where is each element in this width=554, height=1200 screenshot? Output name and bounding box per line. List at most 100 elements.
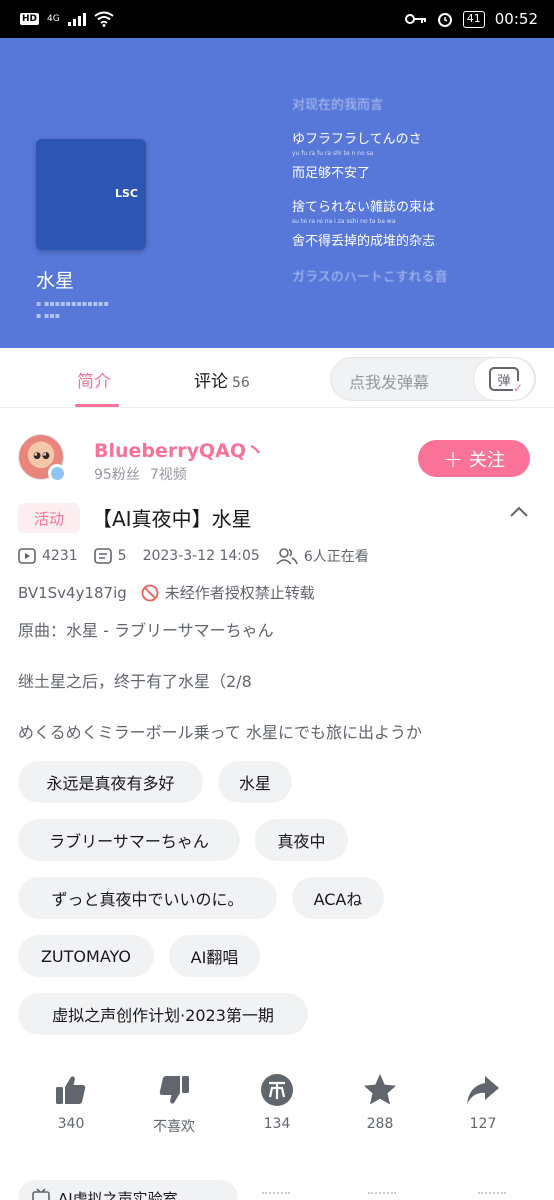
tag-chip[interactable]: ZUTOMAYO [18,935,154,977]
song-meta: ▪ ▪▪▪▪▪▪▪▪▪▪▪▪ ▪ ▪▪▪ [36,299,110,320]
tab-comments-label: 评论 [194,372,228,392]
lyric-text: 而足够不安了 [292,166,371,181]
tag-chip[interactable]: 真夜中 [255,819,348,861]
favorite-button[interactable]: 288 [340,1070,420,1132]
lyric-text: 捨てられない雑誌の束は [292,200,436,215]
clock: 00:52 [494,10,538,28]
star-icon [364,1074,396,1105]
lyric-romaji: su te ra re na i za sshi no ta ba wa [292,218,396,225]
tag-chip[interactable]: ACAね [292,877,384,919]
description-line: めくるめくミラーボール乗って 水星にでも旅に出ようか [18,723,422,742]
hd-voice-icon: HD [20,13,40,25]
prohibited-icon [141,584,159,601]
description-line: 继土星之后，终于有了水星（2/8 [18,672,252,691]
alarm-icon [437,13,452,27]
action-bar: 340 不喜欢 134 288 127 [0,1070,554,1150]
videos-count: 7视频 [149,467,187,483]
danmaku-icon: 弹 ✓ [489,367,523,395]
avatar-face: ◕◕ [33,451,51,461]
share-button[interactable]: 127 [443,1070,523,1132]
lyric-line: ゆフラフラしてんのさ yu fu ra fu ra shi te n no sa [292,130,532,158]
danmaku-icon-char: 弹 [497,373,511,389]
video-player[interactable]: LSC 水星 ▪ ▪▪▪▪▪▪▪▪▪▪▪▪ ▪ ▪▪▪ 对现在的我而言ゆフラフラし… [0,38,554,348]
lyric-line: 舍不得丢掉的成堆的杂志 [292,232,532,252]
comments-count: 56 [232,375,250,391]
tag-chip[interactable]: 虚拟之声创作计划·2023第一期 [18,993,308,1035]
watching-count: 6人正在看 [303,549,369,565]
tag-chip[interactable]: 水星 [218,761,292,803]
coin-count: 134 [263,1116,291,1132]
video-meta: 4231 5 2023-3-12 14:05 6人正在看 [18,546,385,566]
danmaku-toggle-button[interactable]: 弹 ✓ [473,357,535,401]
check-icon: ✓ [512,381,523,395]
tv-icon [32,1188,50,1200]
follow-button[interactable]: + 关注 [418,440,530,477]
album-logo: LSC [114,187,138,200]
lyric-line: 而足够不安了 [292,164,532,184]
danmaku-count-icon [93,548,112,564]
coin-button[interactable]: 134 [237,1070,317,1132]
dislike-label: 不喜欢 [153,1119,195,1135]
share-icon [467,1076,499,1104]
lyrics-panel: 对现在的我而言ゆフラフラしてんのさ yu fu ra fu ra shi te n… [292,96,532,288]
no-repost-notice: 未经作者授权禁止转载 [141,582,315,603]
like-button[interactable]: 340 [31,1070,111,1132]
uploader-stats: 95粉丝 7视频 [94,464,187,484]
danmaku-count: 5 [117,548,127,564]
dislike-button[interactable]: 不喜欢 [134,1070,214,1136]
coin-icon [261,1074,293,1106]
play-count: 4231 [42,548,78,564]
wifi-icon [94,11,114,27]
thumbs-up-icon [56,1076,86,1104]
tab-comments[interactable]: 评论 56 [194,367,250,392]
lyric-line: 捨てられない雑誌の束は su te ra re na i za sshi no t… [292,198,532,226]
like-count: 340 [57,1116,85,1132]
danmaku-input[interactable]: 点我发弹幕 弹 ✓ [330,357,536,401]
tag-chip[interactable]: 永远是真夜有多好 [18,761,203,803]
tag-chip[interactable]: ラブリーサマーちゃん [18,819,240,861]
tab-indicator [75,404,119,407]
lyric-romaji: yu fu ra fu ra shi te n no sa [292,150,374,157]
network-type: 4G [47,14,60,24]
avatar[interactable]: ◕◕ [18,434,66,482]
lyric-line: 对现在的我而言 [292,96,532,116]
bvid-row: BV1Sv4y187ig 未经作者授权禁止转载 [18,582,315,603]
share-count: 127 [469,1116,497,1132]
battery-icon: 41 [462,10,485,28]
divider [368,1192,396,1196]
video-title: 【AI真夜中】水星 [92,507,252,531]
viewers-icon [276,548,298,565]
related-label: AI虚拟之声实验室 [58,1190,178,1200]
lyric-line: ガラスのハートこすれる音 [292,268,532,288]
chevron-up-icon[interactable] [509,504,529,518]
lyric-text: ゆフラフラしてんのさ [292,132,422,147]
fans-count: 95粉丝 [94,467,140,483]
tag-chip[interactable]: AI翻唱 [169,935,260,977]
verified-icon [48,464,66,482]
related-chip[interactable]: AI虚拟之声实验室 [18,1180,238,1200]
favorite-count: 288 [366,1116,394,1132]
bvid[interactable]: BV1Sv4y187ig [18,584,127,602]
lyric-text: 对现在的我而言 [292,98,384,113]
activity-badge[interactable]: 活动 [18,503,80,533]
publish-date: 2023-3-12 14:05 [142,548,260,564]
play-count-icon [18,548,36,564]
follow-label: 关注 [469,449,506,471]
lyric-text: ガラスのハートこすれる音 [292,270,448,285]
song-title: 水星 [36,270,75,292]
album-cover: LSC [36,139,146,250]
status-bar: HD 4G 41 00:52 [0,0,554,38]
plus-icon: + [442,444,464,473]
no-repost-text: 未经作者授权禁止转载 [164,584,315,602]
uploader-name[interactable]: BlueberryQAQ丶 [94,436,265,463]
tag-chip[interactable]: ずっと真夜中でいいのに。 [18,877,277,919]
lyric-text: 舍不得丢掉的成堆的杂志 [292,234,436,249]
divider [478,1192,506,1196]
tab-intro[interactable]: 简介 [77,367,111,392]
danmaku-placeholder: 点我发弹幕 [349,373,430,392]
signal-icon [67,12,86,26]
divider [262,1192,290,1196]
tab-bar: 简介 评论 56 点我发弹幕 弹 ✓ [0,349,554,408]
album-logo-sub [137,201,138,206]
thumbs-down-icon [159,1076,189,1104]
